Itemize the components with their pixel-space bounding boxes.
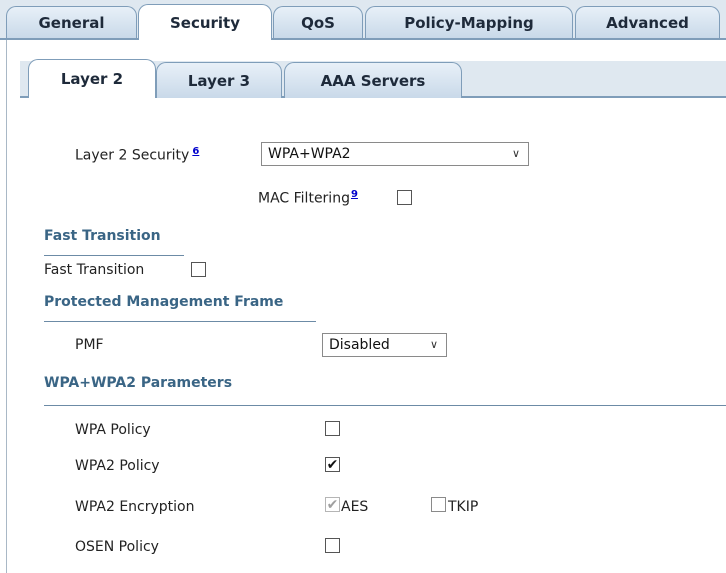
checkmark-icon: ✔ — [326, 456, 339, 473]
layer2-security-row: Layer 2 Security 6 — [75, 146, 199, 164]
osen-policy-checkbox[interactable] — [325, 538, 340, 553]
aes-checkbox[interactable]: ✔ — [325, 497, 340, 512]
tkip-checkbox[interactable] — [431, 497, 446, 512]
aes-label: AES — [341, 499, 369, 515]
fast-transition-heading: Fast Transition — [44, 228, 161, 244]
osen-policy-label: OSEN Policy — [75, 539, 159, 555]
sub-tab-bar: Layer 2 Layer 3 AAA Servers — [20, 56, 726, 98]
tab-qos[interactable]: QoS — [273, 6, 363, 38]
layer2-security-value: WPA+WPA2 — [268, 146, 351, 162]
fast-transition-divider — [44, 255, 184, 256]
mac-filtering-row: MAC Filtering9 — [258, 189, 358, 207]
mac-filtering-label: MAC Filtering — [258, 190, 350, 207]
layer2-footnote-link[interactable]: 6 — [192, 146, 199, 157]
wpa-policy-checkbox[interactable] — [325, 421, 340, 436]
chevron-down-icon: ∨ — [429, 338, 438, 351]
wpa-policy-label: WPA Policy — [75, 422, 151, 438]
pmf-label: PMF — [75, 337, 104, 353]
pmf-heading: Protected Management Frame — [44, 294, 284, 310]
pmf-value: Disabled — [329, 337, 390, 353]
wpa2-policy-checkbox[interactable]: ✔ — [325, 457, 340, 472]
wpa2-encryption-label: WPA2 Encryption — [75, 499, 195, 515]
pmf-divider — [44, 321, 316, 322]
layer2-security-label: Layer 2 Security — [75, 147, 190, 164]
fast-transition-label: Fast Transition — [44, 262, 145, 278]
tab-layer-2[interactable]: Layer 2 — [28, 59, 156, 98]
top-tab-bar: General Security QoS Policy-Mapping Adva… — [0, 0, 726, 40]
wpa-params-divider — [44, 405, 726, 406]
mac-filtering-checkbox[interactable] — [397, 190, 412, 205]
tab-security[interactable]: Security — [138, 4, 272, 40]
pmf-select[interactable]: Disabled ∨ — [322, 333, 447, 357]
tab-layer-3[interactable]: Layer 3 — [156, 62, 282, 98]
chevron-down-icon: ∨ — [511, 147, 520, 160]
tkip-label: TKIP — [448, 499, 479, 515]
mac-filtering-footnote-link[interactable]: 9 — [351, 189, 358, 200]
layer2-security-select[interactable]: WPA+WPA2 ∨ — [261, 142, 529, 166]
tab-advanced[interactable]: Advanced — [575, 6, 720, 38]
checkmark-icon: ✔ — [326, 496, 339, 513]
wpa2-policy-label: WPA2 Policy — [75, 458, 160, 474]
wpa-params-heading: WPA+WPA2 Parameters — [44, 375, 233, 391]
tab-general[interactable]: General — [6, 6, 137, 38]
tab-policy-mapping[interactable]: Policy-Mapping — [365, 6, 573, 38]
fast-transition-checkbox[interactable] — [191, 262, 206, 277]
tab-aaa-servers[interactable]: AAA Servers — [284, 62, 462, 98]
